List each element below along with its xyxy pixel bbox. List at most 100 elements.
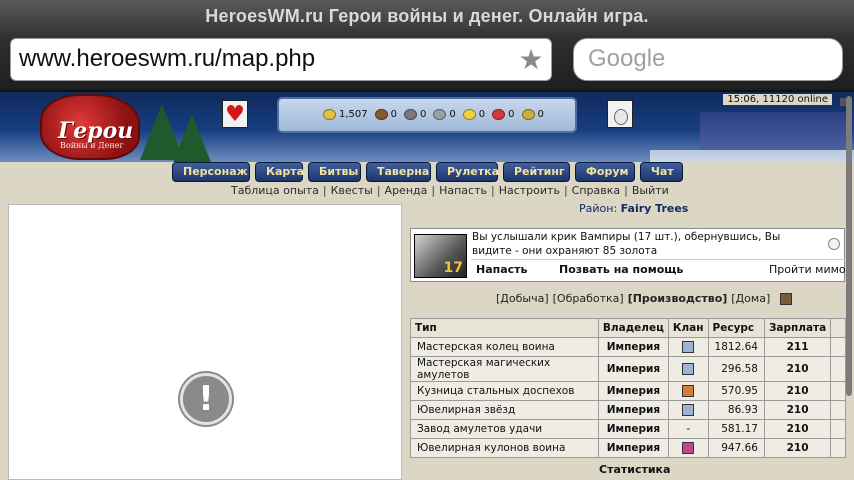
separator: | bbox=[563, 184, 568, 197]
building-tabs: [Добыча] [Обработка] [Производство] [Дома] bbox=[496, 292, 793, 305]
table-row[interactable]: Ювелирная кулонов воина Империя 947.66 210 bbox=[410, 438, 846, 458]
table-row[interactable]: Завод амулетов удачи Империя -581.17 210 bbox=[410, 419, 846, 439]
resource-value: 0 bbox=[537, 109, 544, 120]
table-row[interactable]: Ювелирная звёзд Империя 86.93 210 bbox=[410, 400, 846, 420]
attack-link[interactable]: Напасть bbox=[476, 263, 528, 276]
cell-type[interactable]: Мастерская магических амулетов bbox=[410, 356, 599, 382]
separator: | bbox=[431, 184, 436, 197]
resource-value: 0 bbox=[420, 109, 427, 120]
cell-resource: 1812.64 bbox=[707, 337, 765, 357]
region-name[interactable]: Fairy Trees bbox=[621, 202, 689, 215]
cell-extra bbox=[830, 381, 846, 401]
sub-link-4[interactable]: Настроить bbox=[499, 184, 560, 197]
cell-extra bbox=[830, 419, 846, 439]
table-header-row: Тип Владелец Клан Ресурс Зарплата bbox=[410, 318, 846, 338]
cell-extra bbox=[830, 356, 846, 382]
cell-type[interactable]: Завод амулетов удачи bbox=[410, 419, 599, 439]
nav-item-5[interactable]: Рейтинг bbox=[503, 162, 570, 182]
tab-1[interactable]: [Обработка] bbox=[553, 292, 624, 305]
cell-salary: 210 bbox=[763, 356, 832, 382]
nav-item-0[interactable]: Персонаж bbox=[172, 162, 250, 182]
cell-owner[interactable]: Империя bbox=[597, 337, 669, 357]
search-input[interactable]: Google bbox=[573, 38, 843, 81]
tab-2[interactable]: [Производство] bbox=[628, 292, 728, 305]
cell-type[interactable]: Ювелирная кулонов воина bbox=[410, 438, 599, 458]
resource-gems: 0 bbox=[521, 109, 544, 120]
nav-item-1[interactable]: Карта bbox=[255, 162, 304, 182]
cell-extra bbox=[830, 337, 846, 357]
sub-link-3[interactable]: Напасть bbox=[439, 184, 487, 197]
scrollbar[interactable] bbox=[846, 96, 852, 396]
table-row[interactable]: Кузница стальных доспехов Империя 570.95 21… bbox=[410, 381, 846, 401]
tab-3[interactable]: [Дома] bbox=[731, 292, 770, 305]
table-body: Мастерская колец воина Империя 1812.64 211 М… bbox=[410, 337, 846, 458]
separator: | bbox=[376, 184, 381, 197]
nav-item-3[interactable]: Таверна bbox=[366, 162, 431, 182]
star-icon[interactable]: ★ bbox=[517, 46, 545, 74]
table-row[interactable]: Мастерская колец воина Империя 1812.64 211 bbox=[410, 337, 846, 357]
bottle-shape bbox=[614, 109, 628, 125]
nav-item-7[interactable]: Чат bbox=[640, 162, 683, 182]
resource-gold: 1,507 bbox=[323, 109, 368, 120]
clan-icon[interactable] bbox=[682, 404, 695, 416]
heart-icon[interactable]: ♥ bbox=[222, 100, 248, 128]
cell-type[interactable]: Ювелирная звёзд bbox=[410, 400, 599, 420]
pass-link[interactable]: Пройти мимо bbox=[769, 263, 846, 276]
col-type: Тип bbox=[410, 318, 599, 338]
cell-clan bbox=[667, 400, 709, 420]
production-table: Тип Владелец Клан Ресурс Зарплата Мастер… bbox=[410, 318, 846, 458]
gold-icon bbox=[323, 109, 336, 120]
cell-clan bbox=[667, 381, 709, 401]
nav-item-2[interactable]: Битвы bbox=[308, 162, 361, 182]
tab-0[interactable]: [Добыча] bbox=[496, 292, 549, 305]
resource-ore: 0 bbox=[404, 109, 426, 120]
map-panel: ! bbox=[8, 204, 402, 480]
gems-icon bbox=[521, 109, 535, 120]
window-title: HeroesWM.ru Герои войны и денег. Онлайн … bbox=[205, 6, 649, 26]
nav-item-4[interactable]: Рулетка bbox=[436, 162, 499, 182]
cell-type[interactable]: Мастерская колец воина bbox=[410, 337, 599, 357]
close-radio[interactable] bbox=[828, 238, 840, 250]
col-salary: Зарплата bbox=[763, 318, 832, 338]
clan-icon[interactable] bbox=[682, 442, 695, 454]
cell-owner[interactable]: Империя bbox=[597, 356, 669, 382]
col-clan: Клан bbox=[667, 318, 709, 338]
col-resource: Ресурс bbox=[707, 318, 765, 338]
separator: | bbox=[322, 184, 327, 197]
cell-owner[interactable]: Империя bbox=[597, 419, 669, 439]
cell-type[interactable]: Кузница стальных доспехов bbox=[410, 381, 599, 401]
cell-owner[interactable]: Империя bbox=[597, 400, 669, 420]
main-nav: Персонаж Карта Битвы Таверна Рулетка Рейтинг Ф… bbox=[172, 162, 688, 184]
clan-icon[interactable] bbox=[682, 385, 695, 397]
wood-icon bbox=[374, 109, 388, 120]
cell-resource: 947.66 bbox=[707, 438, 765, 458]
call-help-link[interactable]: Позвать на помощь bbox=[559, 263, 683, 276]
cell-extra bbox=[830, 438, 846, 458]
resource-sulfur: 0 bbox=[462, 109, 485, 120]
resource-value: 0 bbox=[508, 109, 515, 120]
nav-item-6[interactable]: Форум bbox=[575, 162, 635, 182]
sub-link-6[interactable]: Выйти bbox=[632, 184, 669, 197]
sub-link-5[interactable]: Справка bbox=[572, 184, 620, 197]
sub-link-2[interactable]: Аренда bbox=[385, 184, 428, 197]
url-text[interactable]: www.heroeswm.ru/map.php bbox=[19, 45, 315, 73]
clan-icon[interactable] bbox=[682, 341, 695, 353]
cell-owner[interactable]: Империя bbox=[597, 438, 669, 458]
sub-link-0[interactable]: Таблица опыта bbox=[231, 184, 319, 197]
resource-wood: 0 bbox=[374, 109, 397, 120]
resource-row: 1,507 0 0 0 0 0 0 bbox=[323, 109, 551, 120]
cell-owner[interactable]: Империя bbox=[597, 381, 669, 401]
table-row[interactable]: Мастерская магических амулетов Империя 296… bbox=[410, 356, 846, 382]
sub-link-1[interactable]: Квесты bbox=[331, 184, 373, 197]
clan-icon[interactable] bbox=[682, 363, 695, 375]
url-bar[interactable]: www.heroeswm.ru/map.php ★ bbox=[10, 38, 552, 81]
statistics-link[interactable]: Статистика bbox=[599, 463, 670, 476]
col-owner: Владелец bbox=[597, 318, 669, 338]
error-icon: ! bbox=[180, 373, 232, 425]
home-icon[interactable] bbox=[780, 292, 793, 305]
event-box: 17 Вы услышали крик Вампиры (17 шт.), об… bbox=[410, 228, 846, 282]
bottle-icon[interactable] bbox=[607, 100, 633, 128]
resource-value: 1,507 bbox=[339, 109, 368, 120]
cell-salary: 210 bbox=[763, 419, 832, 439]
mercury-icon bbox=[433, 109, 447, 120]
